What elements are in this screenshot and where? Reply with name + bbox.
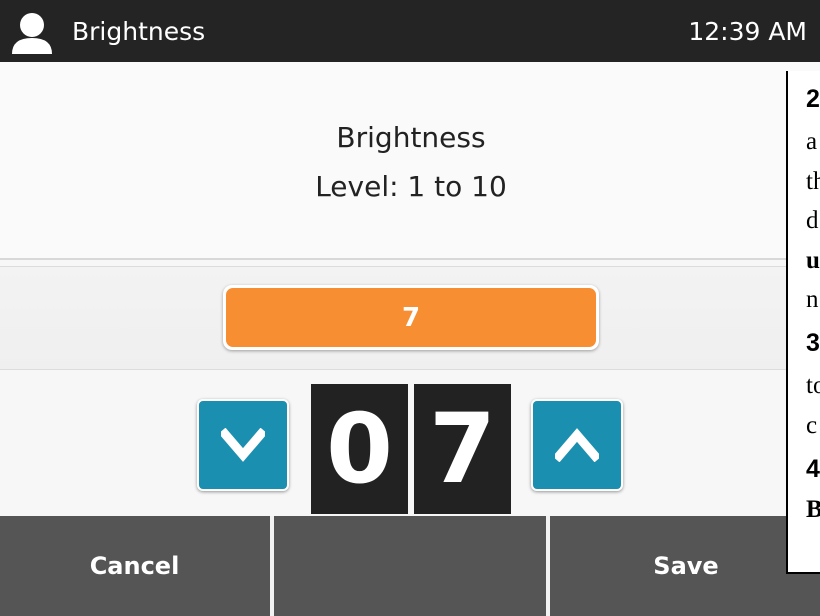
decrease-button[interactable] <box>197 399 289 491</box>
user-icon <box>12 13 52 54</box>
instruction-line: c <box>806 412 818 439</box>
softkey-divider <box>546 516 550 616</box>
instruction-callout: 2 a th d u n 3 to c 4 B <box>786 71 820 574</box>
chevron-down-icon <box>221 428 265 462</box>
instruction-line: 2 <box>806 85 820 113</box>
increase-button[interactable] <box>531 399 623 491</box>
save-softkey[interactable]: Save <box>552 516 820 616</box>
level-digit-ones[interactable]: 7 <box>414 384 511 514</box>
level-digit-tens[interactable]: 0 <box>311 384 408 514</box>
chevron-up-icon <box>555 428 599 462</box>
clock: 12:39 AM <box>688 17 807 46</box>
instruction-line: th <box>806 168 820 195</box>
instruction-line: d <box>806 207 819 234</box>
instruction-line: u <box>806 247 820 274</box>
brightness-screen: Brightness Level: 1 to 10 7 0 7 <box>0 62 820 516</box>
setting-header: Brightness Level: 1 to 10 <box>0 62 820 260</box>
instruction-line: n <box>806 286 819 313</box>
cancel-softkey[interactable]: Cancel <box>0 516 269 616</box>
level-value-bar[interactable]: 7 <box>223 285 599 350</box>
instruction-line: B <box>806 496 820 524</box>
instruction-line: to <box>806 372 820 399</box>
setting-title: Brightness <box>336 121 486 154</box>
status-bar: Brightness 12:39 AM <box>0 0 820 62</box>
window-title: Brightness <box>72 17 206 46</box>
softkey-bar: Cancel Save <box>0 516 820 616</box>
instruction-line: a <box>806 128 818 155</box>
level-value: 7 <box>226 288 596 347</box>
softkey-divider <box>270 516 274 616</box>
instruction-line: 4 <box>806 455 820 483</box>
level-range-label: Level: 1 to 10 <box>315 170 507 203</box>
empty-softkey[interactable] <box>276 516 545 616</box>
instruction-line: 3 <box>806 329 820 357</box>
